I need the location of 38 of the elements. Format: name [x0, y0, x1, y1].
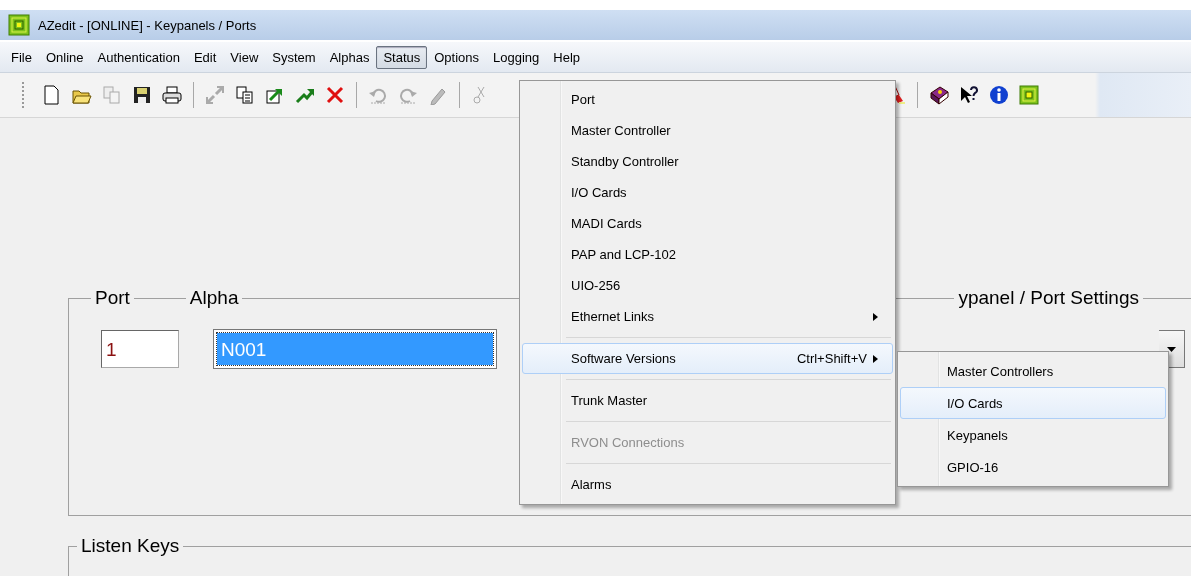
app-logo-icon[interactable]: [1019, 85, 1039, 105]
menu-item[interactable]: Authentication: [90, 45, 187, 69]
menu-item[interactable]: Status: [376, 45, 428, 69]
menu-item[interactable]: Master Controller: [522, 115, 893, 146]
menu-item[interactable]: UIO-256: [522, 270, 893, 301]
menu-item[interactable]: Edit: [186, 45, 224, 69]
menu-item[interactable]: File: [4, 45, 39, 69]
menu-item[interactable]: Logging: [486, 45, 547, 69]
menu-item[interactable]: Keypanels: [900, 419, 1166, 451]
port-field[interactable]: 1: [101, 330, 179, 368]
menu-item[interactable]: I/O Cards: [522, 177, 893, 208]
paste-icon[interactable]: [235, 85, 255, 105]
menu-item[interactable]: Trunk Master: [522, 385, 893, 416]
help-cursor-icon[interactable]: [959, 85, 979, 105]
new-document-icon[interactable]: [42, 85, 62, 105]
menu-item[interactable]: View: [223, 45, 266, 69]
window-title: AZedit - [ONLINE] - Keypanels / Ports: [38, 17, 257, 33]
menu-item[interactable]: Ethernet Links: [522, 301, 893, 332]
menu-item[interactable]: I/O Cards: [900, 387, 1166, 419]
menu-item[interactable]: PAP and LCP-102: [522, 239, 893, 270]
caret-icon[interactable]: [1167, 346, 1176, 352]
menu-item[interactable]: Master Controllers: [900, 355, 1166, 387]
menu-item[interactable]: System: [265, 45, 323, 69]
menu-item[interactable]: Alarms: [522, 469, 893, 500]
printer-icon[interactable]: [162, 85, 182, 105]
menu-item[interactable]: Standby Controller: [522, 146, 893, 177]
x-icon[interactable]: [325, 85, 345, 105]
app-logo-icon[interactable]: [8, 14, 30, 36]
menu-item[interactable]: Alphas: [322, 45, 377, 69]
menu-item[interactable]: Options: [427, 45, 487, 69]
menu-item[interactable]: Online: [38, 45, 91, 69]
menu-item[interactable]: GPIO-16: [900, 451, 1166, 483]
menu-item[interactable]: Help: [546, 45, 588, 69]
menu-item[interactable]: Software Versions Ctrl+Shift+V: [522, 343, 893, 374]
info-icon[interactable]: [989, 85, 1009, 105]
menu-item[interactable]: MADI Cards: [522, 208, 893, 239]
save-icon[interactable]: [132, 85, 152, 105]
book-icon[interactable]: [929, 85, 949, 105]
